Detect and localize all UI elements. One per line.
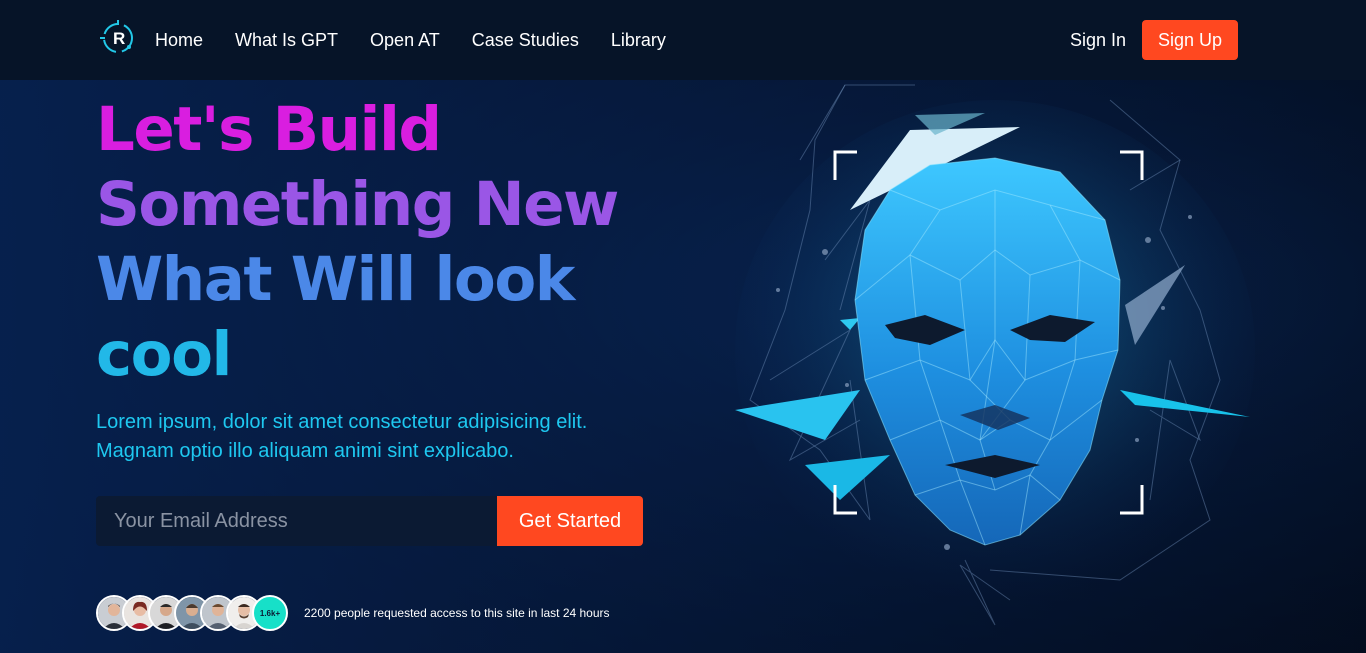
- logo-text: R: [113, 29, 125, 48]
- logo-icon[interactable]: R: [100, 20, 136, 56]
- signup-form: Get Started: [96, 496, 643, 546]
- polygon-face-illustration: [735, 84, 1255, 626]
- hero-description-line: Magnam optio illo aliquam animi sint exp…: [96, 440, 514, 462]
- social-proof-text: 2200 people requested access to this sit…: [304, 606, 610, 620]
- hero-title-line: cool: [96, 319, 232, 390]
- sign-in-link[interactable]: Sign In: [1070, 0, 1126, 80]
- hero-description-line: Lorem ipsum, dolor sit amet consectetur …: [96, 411, 588, 433]
- avatar-count-badge: 1.6k+: [252, 595, 288, 631]
- main-nav: Home What Is GPT Open AT Case Studies Li…: [155, 0, 666, 80]
- sign-up-button[interactable]: Sign Up: [1142, 20, 1238, 60]
- nav-home[interactable]: Home: [155, 30, 203, 51]
- get-started-button[interactable]: Get Started: [497, 496, 643, 546]
- hero-title-line: What Will look: [96, 244, 575, 315]
- hero-description: Lorem ipsum, dolor sit amet consectetur …: [96, 408, 656, 466]
- nav-open-at[interactable]: Open AT: [370, 30, 440, 51]
- hero-title-line: Let's Build: [96, 94, 442, 165]
- hero-title: Let's Build Something New What Will look…: [96, 92, 619, 392]
- avatar-group: 1.6k+: [96, 595, 288, 631]
- nav-library[interactable]: Library: [611, 30, 666, 51]
- navbar: R Home What Is GPT Open AT Case Studies …: [0, 0, 1366, 80]
- social-proof: 1.6k+ 2200 people requested access to th…: [96, 595, 610, 631]
- hero-title-line: Something New: [96, 169, 619, 240]
- email-input[interactable]: [96, 496, 497, 546]
- nav-case-studies[interactable]: Case Studies: [472, 30, 579, 51]
- nav-what-is-gpt[interactable]: What Is GPT: [235, 30, 338, 51]
